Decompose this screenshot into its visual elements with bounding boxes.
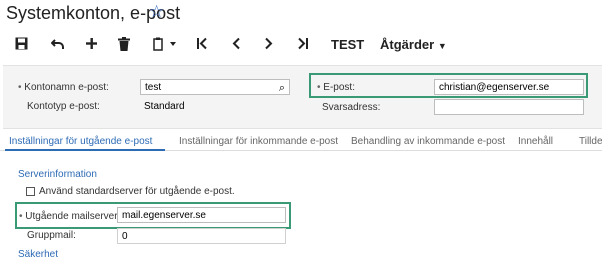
account-name-label: • Kontonamn e-post: — [18, 82, 109, 93]
reply-address-field[interactable] — [434, 99, 584, 115]
tab-content[interactable]: Innehåll — [518, 136, 553, 147]
group-mail-label: Gruppmail: — [27, 230, 76, 241]
reply-address-label: Svarsadress: — [322, 102, 381, 113]
undo-icon[interactable] — [51, 37, 65, 50]
tab-incoming-processing[interactable]: Behandling av inkommande e-post — [351, 136, 505, 147]
delete-icon[interactable] — [118, 37, 130, 51]
test-button[interactable]: TEST — [331, 37, 364, 52]
previous-record-icon[interactable] — [231, 37, 241, 50]
actions-menu-button[interactable]: Åtgärder ▼ — [380, 37, 447, 52]
account-name-field[interactable]: test ⌕ — [140, 79, 290, 95]
search-icon[interactable]: ⌕ — [279, 80, 285, 96]
email-highlight — [309, 73, 588, 98]
security-heading: Säkerhet — [18, 249, 59, 260]
last-record-icon[interactable] — [297, 37, 309, 50]
group-mail-field[interactable]: 0 — [117, 228, 286, 244]
add-icon[interactable] — [85, 37, 98, 50]
server-info-heading: Serverinformation — [18, 169, 97, 180]
account-type-value: Standard — [144, 101, 185, 112]
mail-server-highlight — [15, 202, 291, 229]
chevron-down-icon: ▼ — [437, 41, 447, 51]
actions-menu-label: Åtgärder — [380, 37, 435, 52]
account-type-label: Kontotyp e-post: — [27, 101, 100, 112]
use-default-server-label: Använd standardserver för utgående e-pos… — [39, 186, 235, 197]
tab-assignment[interactable]: Tilldel — [579, 136, 602, 147]
use-default-server-checkbox[interactable] — [26, 187, 35, 196]
next-record-icon[interactable] — [264, 37, 274, 50]
favorite-star-icon[interactable]: ☆ — [149, 2, 164, 22]
active-tab-indicator — [5, 149, 165, 151]
tab-incoming-settings[interactable]: Inställningar för inkommande e-post — [179, 136, 338, 147]
first-record-icon[interactable] — [196, 37, 208, 50]
account-name-value: test — [145, 82, 162, 93]
save-icon[interactable] — [15, 37, 28, 50]
tab-outgoing-settings[interactable]: Inställningar för utgående e-post — [9, 136, 152, 147]
copy-paste-icon[interactable] — [153, 37, 177, 51]
